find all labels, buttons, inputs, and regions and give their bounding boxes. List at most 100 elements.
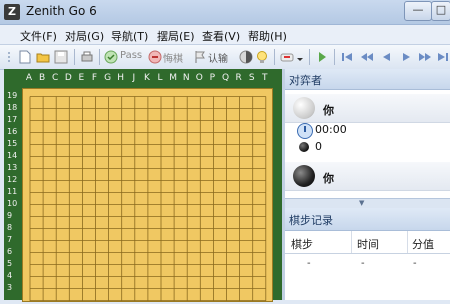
row-label: 7 xyxy=(7,234,13,244)
toolbar: Pass 悔棋 认输 xyxy=(0,45,450,70)
column-label: J xyxy=(132,73,136,83)
menu-view[interactable]: 查看(V) xyxy=(202,28,240,44)
black-player-name: 你 xyxy=(323,172,334,185)
white-player-time: 00:00 xyxy=(315,123,347,136)
black-stone-icon xyxy=(293,165,315,187)
print-icon[interactable] xyxy=(80,50,94,64)
step-back-icon[interactable] xyxy=(380,50,394,64)
white-stone-icon xyxy=(293,97,315,119)
toolbar-separator xyxy=(274,49,275,65)
chevron-down-icon: ▼ xyxy=(359,199,365,207)
app-logo-icon: Z xyxy=(4,4,20,20)
column-label: C xyxy=(52,73,59,83)
row-label: 19 xyxy=(7,90,18,100)
hint-bulb-icon[interactable] xyxy=(255,50,269,64)
column-label: K xyxy=(143,73,150,83)
pass-button[interactable]: Pass xyxy=(120,50,142,61)
row-label: 14 xyxy=(7,150,18,160)
white-player-header: 你 xyxy=(285,94,450,123)
table-cell-time: - xyxy=(361,258,365,269)
menu-setup[interactable]: 摆局(E) xyxy=(157,28,195,44)
column-divider[interactable] xyxy=(407,231,408,253)
row-label: 10 xyxy=(7,198,18,208)
row-label: 12 xyxy=(7,174,18,184)
white-player-captures: 0 xyxy=(315,140,322,153)
open-folder-icon[interactable] xyxy=(36,50,50,64)
pass-check-icon[interactable] xyxy=(104,50,118,64)
column-label: D xyxy=(64,73,72,83)
new-file-icon[interactable] xyxy=(18,50,32,64)
chevron-down-icon[interactable] xyxy=(296,50,304,64)
row-label: 15 xyxy=(7,138,18,148)
fast-back-icon[interactable] xyxy=(360,50,374,64)
go-board[interactable] xyxy=(22,88,273,302)
column-label: M xyxy=(169,73,177,83)
undo-icon[interactable] xyxy=(148,50,162,64)
column-header-time[interactable]: 时间 xyxy=(357,236,379,252)
clock-icon xyxy=(297,123,313,139)
row-label: 4 xyxy=(7,270,13,280)
row-label: 6 xyxy=(7,246,13,256)
row-label: 16 xyxy=(7,126,18,136)
panel-collapse-handle[interactable]: ▼ xyxy=(285,198,450,208)
toolbar-separator xyxy=(334,49,335,65)
moves-panel-header: 棋步记录 xyxy=(285,208,450,231)
first-move-icon[interactable] xyxy=(340,50,354,64)
board-frame: ABCDEFGHJKLMNOPQRST 19 18 17 16 15 14 13 12 11 10… xyxy=(4,69,282,302)
toolbar-separator xyxy=(99,49,100,65)
table-header-divider xyxy=(285,253,450,254)
players-panel-header: 对弈者 xyxy=(285,69,450,90)
menu-game[interactable]: 对局(G) xyxy=(65,28,104,44)
minimize-button[interactable]: — xyxy=(404,1,432,21)
column-label: O xyxy=(195,73,203,83)
column-label: G xyxy=(104,73,112,83)
captured-stones-icon xyxy=(299,142,309,152)
estimate-score-icon[interactable] xyxy=(239,50,253,64)
fast-forward-icon[interactable] xyxy=(418,50,432,64)
table-cell-score: - xyxy=(413,258,417,269)
menu-bar: 文件(F) 对局(G) 导航(T) 摆局(E) 查看(V) 帮助(H) xyxy=(0,25,450,45)
column-label: H xyxy=(117,73,125,83)
row-label: 11 xyxy=(7,186,18,196)
white-player-name: 你 xyxy=(323,104,334,117)
step-forward-icon[interactable] xyxy=(399,50,413,64)
column-label: B xyxy=(39,73,46,83)
column-divider[interactable] xyxy=(351,231,352,253)
last-move-icon[interactable] xyxy=(436,50,450,64)
column-label: N xyxy=(182,73,190,83)
toolbar-separator xyxy=(309,49,310,65)
column-label: P xyxy=(209,73,216,83)
column-label: A xyxy=(25,73,33,83)
table-cell-move: - xyxy=(307,258,311,269)
maximize-button[interactable]: □ xyxy=(431,1,450,21)
column-label: F xyxy=(91,73,98,83)
column-label: S xyxy=(248,73,255,83)
row-label: 17 xyxy=(7,114,18,124)
undo-button[interactable]: 悔棋 xyxy=(163,50,183,65)
row-label: 3 xyxy=(7,282,13,292)
window-title: Zenith Go 6 xyxy=(26,4,97,18)
column-label: E xyxy=(78,73,85,83)
stone-sound-icon[interactable] xyxy=(280,50,294,64)
black-player-header: 你 xyxy=(285,162,450,191)
column-header-move[interactable]: 棋步 xyxy=(291,236,313,252)
save-icon[interactable] xyxy=(54,50,68,64)
row-label: 9 xyxy=(7,210,13,220)
row-label: 18 xyxy=(7,102,18,112)
players-panel-title: 对弈者 xyxy=(289,74,322,87)
toolbar-separator xyxy=(74,49,75,65)
moves-table: 棋步 时间 分值 - - - xyxy=(285,231,450,300)
column-header-score[interactable]: 分值 xyxy=(412,236,434,252)
column-label: L xyxy=(157,73,163,83)
resign-flag-icon[interactable] xyxy=(193,50,207,64)
row-label: 8 xyxy=(7,222,13,232)
menu-navigate[interactable]: 导航(T) xyxy=(111,28,148,44)
menu-help[interactable]: 帮助(H) xyxy=(248,28,287,44)
menu-file[interactable]: 文件(F) xyxy=(20,28,57,44)
title-bar: Z Zenith Go 6 — □ xyxy=(0,0,450,25)
moves-panel-title: 棋步记录 xyxy=(289,214,333,227)
play-icon[interactable] xyxy=(315,50,329,64)
row-label: 13 xyxy=(7,162,18,172)
resign-button[interactable]: 认输 xyxy=(208,50,228,65)
column-label: R xyxy=(235,73,242,83)
